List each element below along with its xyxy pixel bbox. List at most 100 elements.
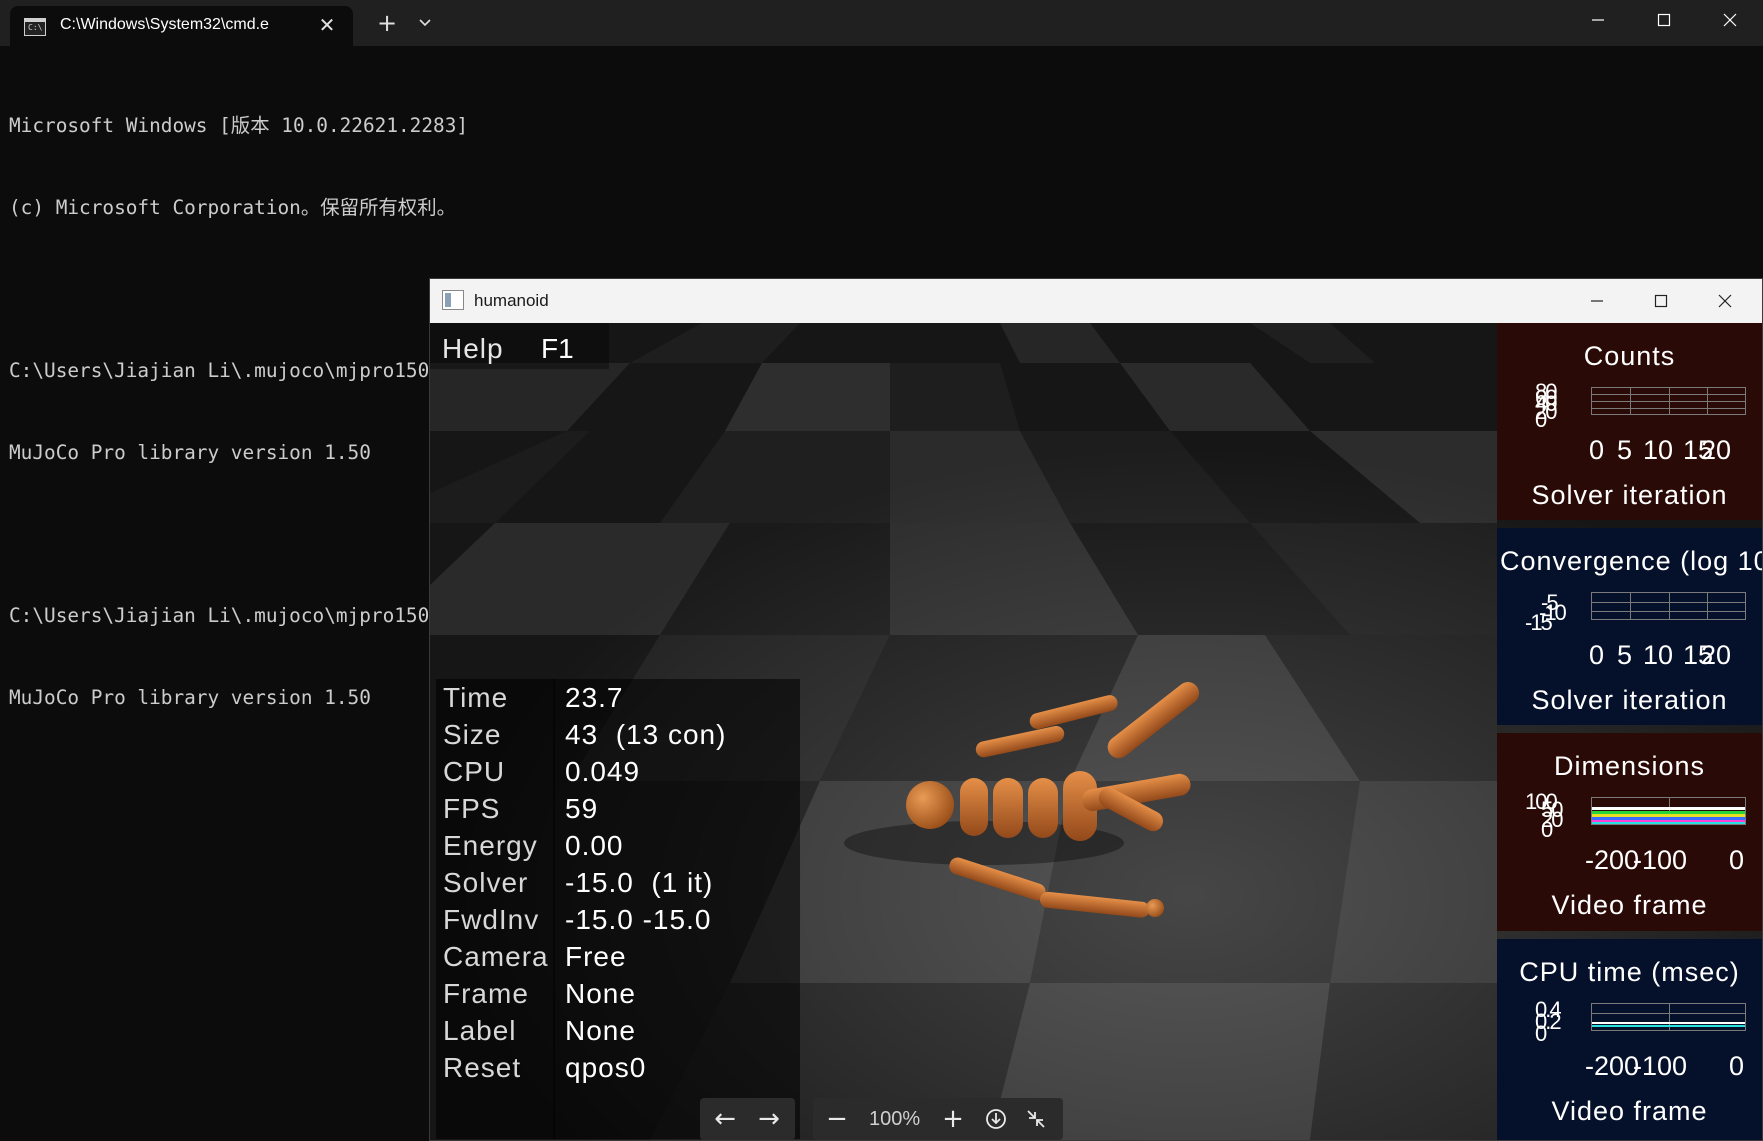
info-value: qpos0 (565, 1052, 647, 1083)
figure-x-label: Solver iteration (1531, 685, 1728, 715)
figure-plot-area (1591, 1003, 1746, 1031)
info-row-solver: Solver -15.0 (1 it) (436, 864, 800, 904)
figure-x-tick-labels: -200 -100 0 (1583, 845, 1758, 877)
series-line (1592, 1025, 1745, 1027)
info-row-time: Time 23.7 (436, 679, 800, 719)
figure-plot-area (1591, 592, 1746, 620)
terminal-tab[interactable]: C:\ C:\Windows\System32\cmd.e ✕ (10, 6, 353, 46)
figure-x-tick-labels: -200 -100 0 (1583, 1051, 1758, 1083)
y-tick-label: -5 (1541, 590, 1559, 615)
grid-line (1669, 593, 1670, 619)
figure-x-label: Solver iteration (1531, 480, 1728, 510)
zoom-out-button[interactable]: − (817, 1098, 857, 1140)
figure-x-tick-labels: 0 5 10 15 20 (1583, 640, 1758, 672)
figure-y-tick-labels: 0 20 50 100 (1525, 789, 1564, 842)
zoom-level: 100% (869, 1108, 921, 1130)
terminal-tab-title: C:\Windows\System32\cmd.e (60, 16, 269, 33)
grid-line (1592, 611, 1745, 612)
info-value: None (565, 1015, 636, 1046)
info-row-label: Label None (436, 1012, 800, 1052)
info-value: -15.0 (1 it) (565, 867, 714, 898)
cpu-time-figure: CPU time (msec) 0 0.2 0.4 -200 -100 0 Vi… (1497, 939, 1762, 1140)
info-key: Reset (443, 1052, 522, 1083)
terminal-close-button[interactable] (1700, 0, 1760, 38)
humanoid-minimize-button[interactable] (1567, 279, 1627, 323)
info-value: 23.7 (565, 682, 624, 713)
info-key: Size (443, 719, 502, 750)
zoom-toolbar: − 100% + (813, 1098, 1063, 1140)
info-value: 0.00 (565, 830, 624, 861)
series-line (1592, 807, 1745, 810)
info-row-camera: Camera Free (436, 938, 800, 978)
x-tick-label: -100 (1633, 1051, 1688, 1081)
x-tick-label: -200 (1585, 845, 1640, 875)
dimensions-figure: Dimensions 0 20 50 100 -200 -100 0 Video… (1497, 733, 1762, 931)
info-key: Solver (443, 867, 529, 898)
help-overlay: Help F1 (430, 323, 609, 369)
help-shortcut: F1 (541, 333, 574, 364)
back-arrow-icon[interactable]: ← (704, 1098, 746, 1140)
x-tick-label: 20 (1701, 640, 1732, 670)
figure-title: Counts (1583, 341, 1676, 371)
humanoid-close-button[interactable] (1695, 279, 1755, 323)
info-key: Energy (443, 830, 538, 861)
terminal-line: (c) Microsoft Corporation。保留所有权利。 (9, 196, 456, 220)
info-row-cpu: CPU 0.049 (436, 753, 800, 793)
info-overlay: Time 23.7 Size 43 (13 con) CPU 0.049 FPS 59 … (436, 679, 800, 1139)
info-key: Camera (443, 941, 549, 972)
x-tick-label: -100 (1633, 845, 1688, 875)
info-key: Time (443, 682, 509, 713)
convergence-figure: Convergence (log 10) -15 -10 -5 0 5 10 1… (1497, 528, 1762, 725)
collapse-icon[interactable] (1016, 1098, 1056, 1140)
x-tick-label: 10 (1643, 435, 1674, 465)
tab-close-icon[interactable]: ✕ (314, 12, 340, 38)
figure-x-tick-labels: 0 5 10 15 20 (1583, 435, 1758, 467)
info-key: FPS (443, 793, 501, 824)
figure-y-tick-labels: -15 -10 -5 (1525, 584, 1567, 635)
info-row-fps: FPS 59 (436, 790, 800, 830)
humanoid-titlebar[interactable]: humanoid (430, 279, 1762, 323)
info-row-fwdinv: FwdInv -15.0 -15.0 (436, 901, 800, 941)
y-tick-label: 80 (1535, 379, 1558, 404)
figure-title: Dimensions (1553, 751, 1706, 781)
x-tick-label: 10 (1643, 640, 1674, 670)
figure-y-tick-labels: 0 0.2 0.4 (1535, 995, 1573, 1046)
tab-dropdown-button[interactable] (410, 8, 440, 38)
info-value: None (565, 978, 636, 1009)
new-tab-button[interactable]: + (370, 8, 404, 38)
grid-line (1592, 394, 1745, 395)
cmd-icon: C:\ (24, 18, 46, 36)
info-key: Frame (443, 978, 529, 1009)
x-tick-label: 0 (1589, 640, 1605, 670)
zoom-in-button[interactable]: + (933, 1098, 973, 1140)
window-title: humanoid (474, 291, 549, 310)
figure-x-label: Video frame (1551, 1096, 1708, 1126)
x-tick-label: 0 (1729, 845, 1745, 875)
info-key: CPU (443, 756, 506, 787)
grid-line (1630, 593, 1631, 619)
y-tick-label: 0.4 (1535, 997, 1562, 1022)
info-key: FwdInv (443, 904, 540, 935)
info-row-size: Size 43 (13 con) (436, 716, 800, 756)
forward-arrow-icon[interactable]: → (748, 1098, 790, 1140)
terminal-maximize-button[interactable] (1634, 0, 1694, 38)
x-tick-label: 5 (1617, 640, 1633, 670)
figure-y-tick-labels: 0 20 40 60 80 (1535, 379, 1573, 432)
info-value: -15.0 -15.0 (565, 904, 712, 935)
figure-plot-area (1591, 387, 1746, 415)
series-line (1592, 822, 1745, 824)
info-row-reset: Reset qpos0 (436, 1049, 800, 1089)
humanoid-maximize-button[interactable] (1631, 279, 1691, 323)
help-key: Help (442, 333, 504, 364)
x-tick-label: 0 (1729, 1051, 1745, 1081)
download-icon[interactable] (976, 1098, 1016, 1140)
simulation-viewport[interactable]: Help F1 Time 23.7 Size 43 (13 con) CPU 0.04… (430, 323, 1762, 1140)
terminal-minimize-button[interactable] (1568, 0, 1628, 38)
grid-line (1592, 408, 1745, 409)
figure-plot-area (1591, 797, 1746, 825)
x-tick-label: 20 (1701, 435, 1732, 465)
humanoid-window: humanoid Help F1 Time 23.7 Size 43 (13 c… (429, 278, 1763, 1141)
grid-line (1592, 1013, 1745, 1014)
info-value: 0.049 (565, 756, 641, 787)
info-value: 43 (13 con) (565, 719, 727, 750)
